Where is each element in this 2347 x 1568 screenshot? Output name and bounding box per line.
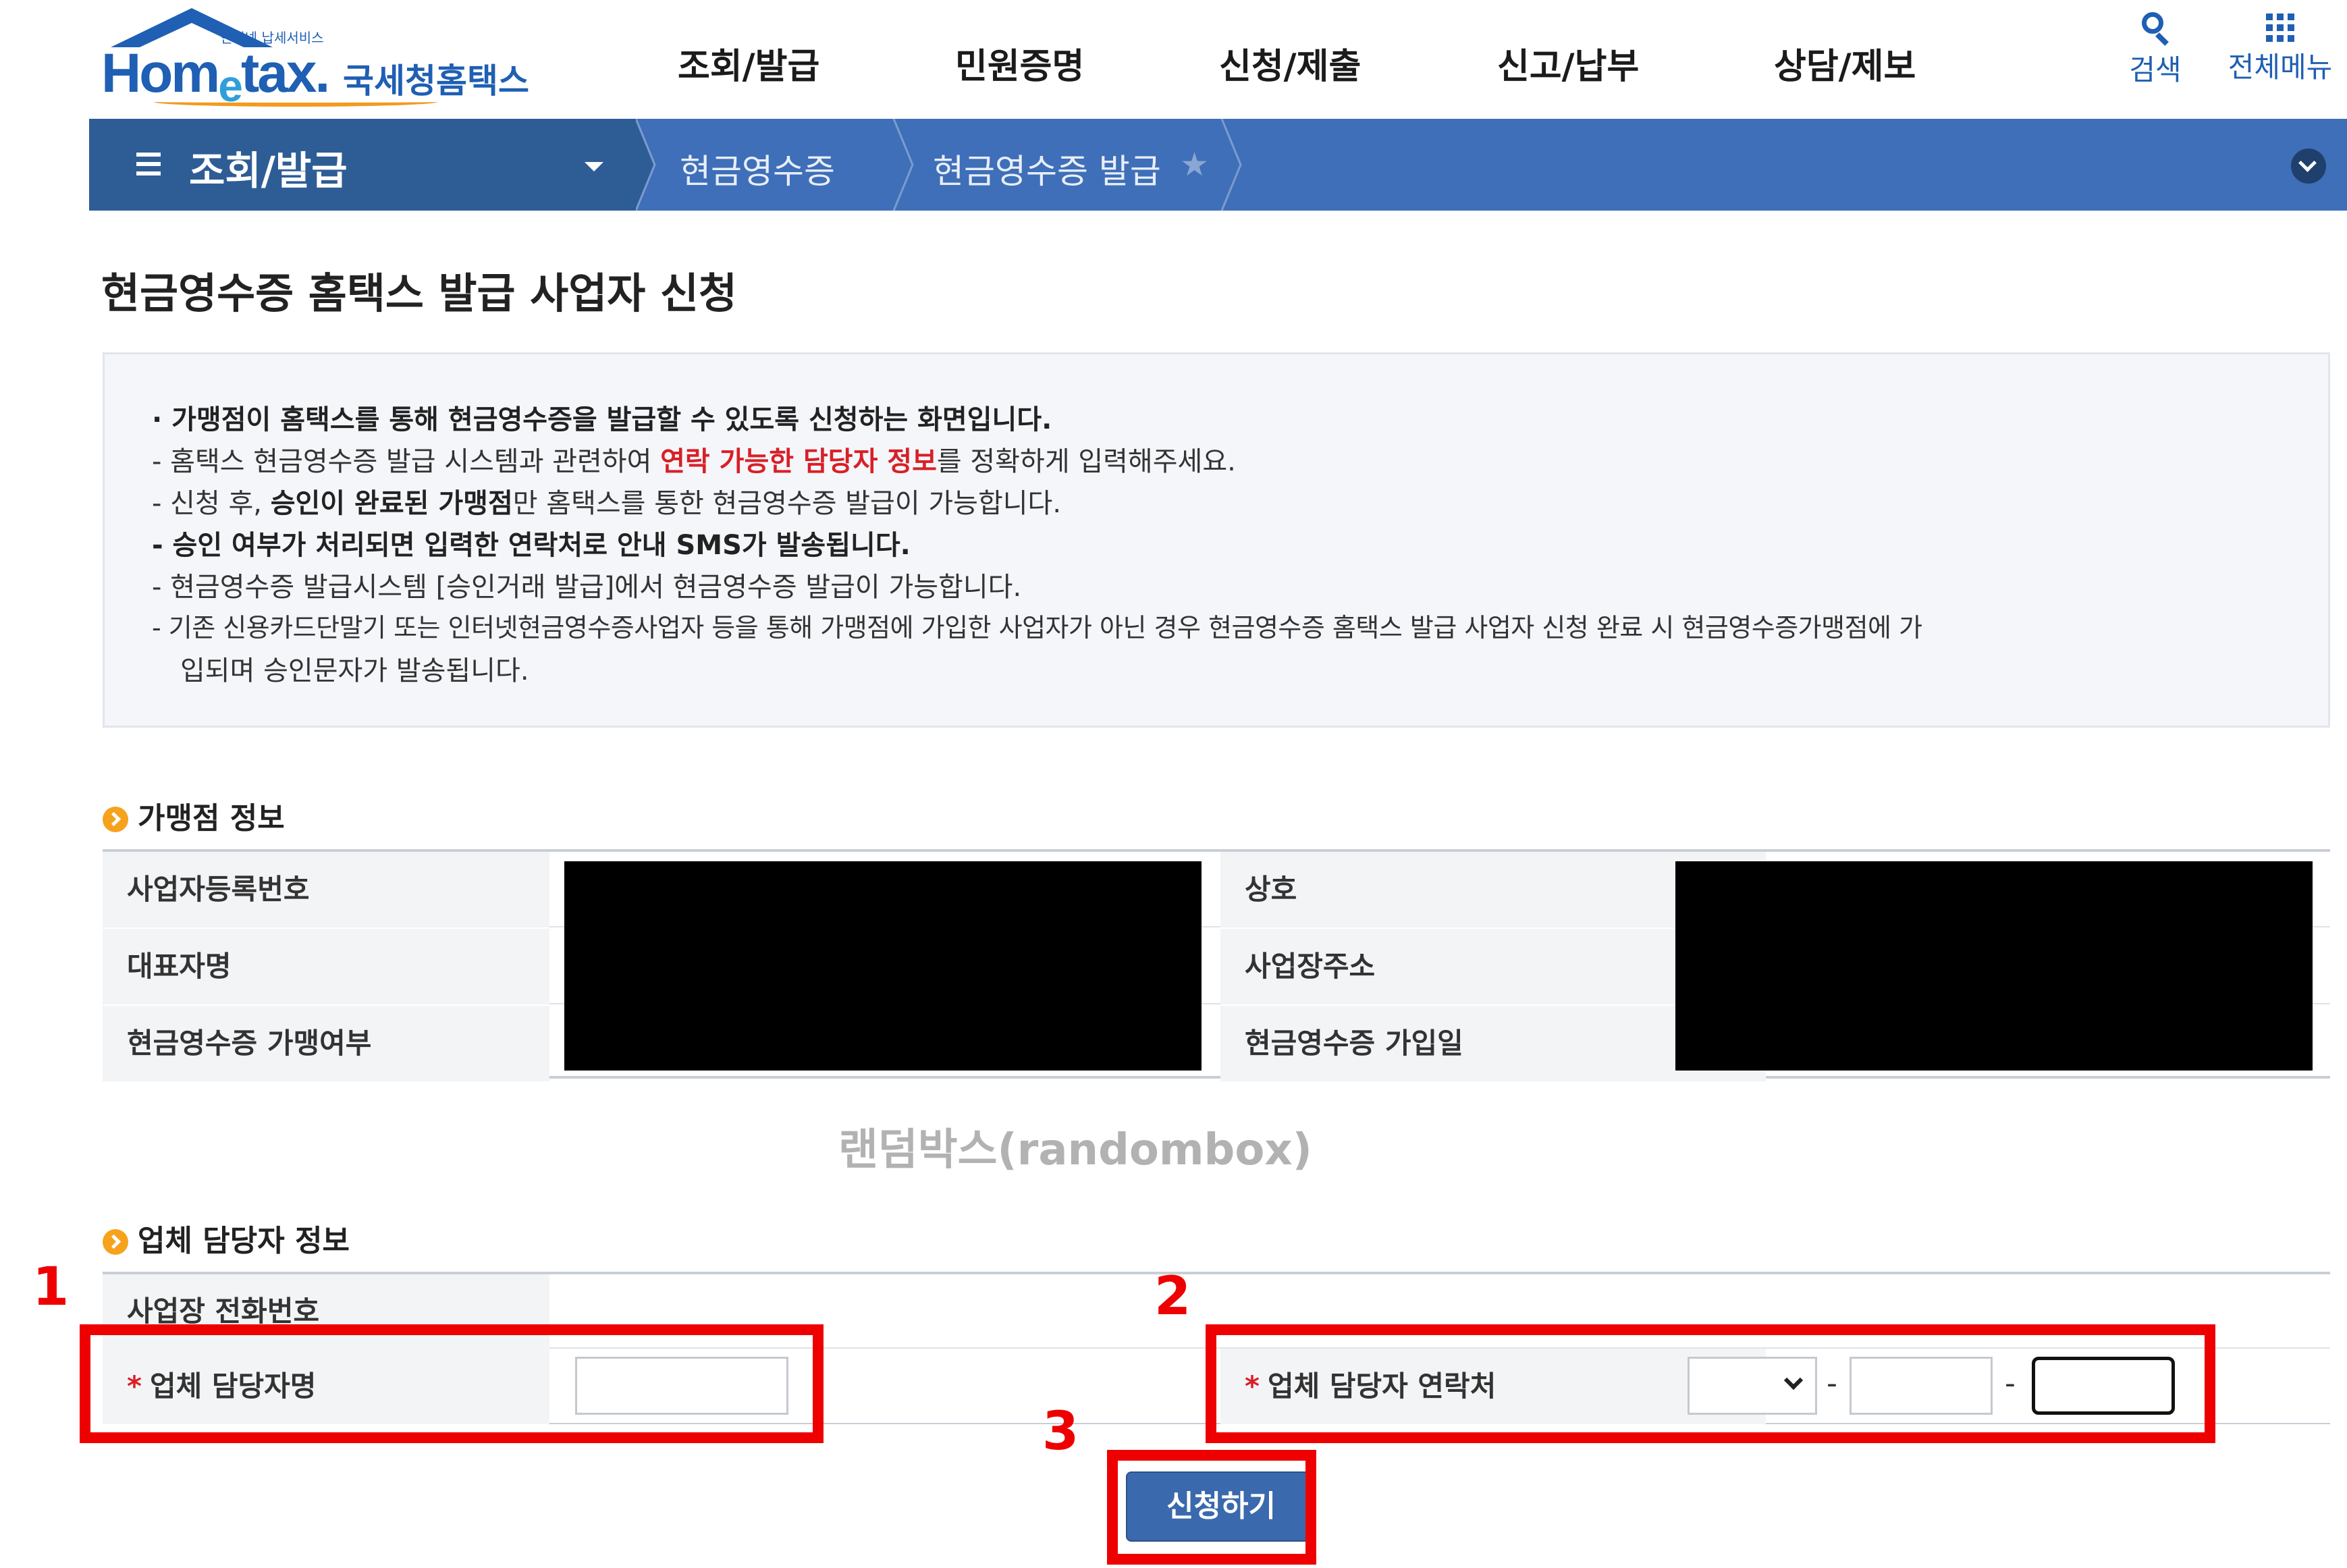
- annotation-box-3: [1107, 1450, 1316, 1565]
- logo-wordmark: Hometax.: [101, 43, 330, 111]
- chevron-right-icon: [636, 119, 663, 211]
- logo-korean-name: 국세청홈택스: [343, 61, 529, 101]
- annotation-number-2: 2: [1154, 1266, 1191, 1327]
- annotation-box-2: [1206, 1324, 2215, 1443]
- section-bullet-icon: [103, 807, 128, 832]
- nav-civil-certificate[interactable]: 민원증명: [955, 38, 1084, 88]
- redacted-block: [1675, 861, 2313, 1071]
- breadcrumb-level2[interactable]: 현금영수증: [680, 144, 835, 193]
- all-menu-button[interactable]: 전체메뉴: [2218, 9, 2342, 86]
- nav-report-payment[interactable]: 신고/납부: [1497, 38, 1639, 88]
- search-label: 검색: [2129, 53, 2182, 86]
- notice-box: · 가맹점이 홈택스를 통해 현금영수증을 발급할 수 있도록 신청하는 화면입…: [103, 352, 2330, 728]
- notice-line: · 가맹점이 홈택스를 통해 현금영수증을 발급할 수 있도록 신청하는 화면입…: [152, 404, 1052, 435]
- notice-line: - 신청 후, 승인이 완료된 가맹점만 홈택스를 통한 현금영수증 발급이 가…: [152, 488, 1062, 519]
- cash-receipt-member-label: 현금영수증 가맹여부: [103, 1006, 549, 1081]
- breadcrumb: 조회/발급 현금영수증 현금영수증 발급 ★: [89, 119, 2347, 211]
- notice-line: 입되며 승인문자가 발송됩니다.: [180, 655, 529, 686]
- notice-line: - 홈택스 현금영수증 발급 시스템과 관련하여 연락 가능한 담당자 정보를 …: [152, 446, 1236, 477]
- annotation-number-1: 1: [32, 1257, 70, 1318]
- top-header: 인터넷 납세서비스 Hometax. 국세청홈택스 조회/발급 민원증명 신청/…: [0, 0, 2347, 119]
- merchant-info-heading: 가맹점 정보: [103, 794, 285, 837]
- chevron-right-icon: [892, 119, 919, 211]
- redacted-block: [564, 861, 1202, 1071]
- breadcrumb-menu-label: 조회/발급: [189, 148, 348, 194]
- contact-info-heading: 업체 담당자 정보: [103, 1216, 350, 1260]
- watermark-text: 랜덤박스(randombox): [838, 1125, 1312, 1175]
- nav-application-submit[interactable]: 신청/제출: [1219, 38, 1361, 88]
- biz-reg-no-label: 사업자등록번호: [103, 852, 549, 927]
- breadcrumb-menu-dropdown[interactable]: 조회/발급: [89, 119, 636, 211]
- section-bullet-icon: [103, 1229, 128, 1255]
- notice-line: - 기존 신용카드단말기 또는 인터넷현금영수증사업자 등을 통해 가맹점에 가…: [152, 613, 1922, 643]
- hometax-logo[interactable]: 인터넷 납세서비스 Hometax. 국세청홈택스: [101, 8, 533, 111]
- notice-line: - 현금영수증 발급시스템 [승인거래 발급]에서 현금영수증 발급이 가능합니…: [152, 572, 1022, 603]
- annotation-box-1: [80, 1324, 824, 1443]
- annotation-number-3: 3: [1042, 1401, 1079, 1462]
- notice-line: - 승인 여부가 처리되면 입력한 연락처로 안내 SMS가 발송됩니다.: [152, 530, 911, 561]
- page-title: 현금영수증 홈택스 발급 사업자 신청: [101, 269, 737, 318]
- hamburger-icon: [136, 153, 161, 181]
- nav-consult-report[interactable]: 상담/제보: [1774, 38, 1916, 88]
- expand-chevron-icon[interactable]: [2291, 148, 2326, 184]
- grid-menu-icon: [2266, 13, 2294, 42]
- representative-label: 대표자명: [103, 929, 549, 1004]
- search-icon: [2139, 9, 2171, 46]
- chevron-right-icon: [1220, 119, 1247, 211]
- search-button[interactable]: 검색: [2118, 9, 2192, 88]
- favorite-star-icon[interactable]: ★: [1180, 146, 1209, 184]
- merchant-info-table: 사업자등록번호 상호 대표자명 사업장주소 현금영수증 가맹여부 현금영수증 가…: [103, 849, 2330, 1081]
- breadcrumb-level3[interactable]: 현금영수증 발급: [933, 144, 1161, 193]
- all-menu-label: 전체메뉴: [2228, 51, 2333, 84]
- nav-inquiry-issue[interactable]: 조회/발급: [678, 38, 819, 88]
- caret-down-icon: [585, 162, 603, 171]
